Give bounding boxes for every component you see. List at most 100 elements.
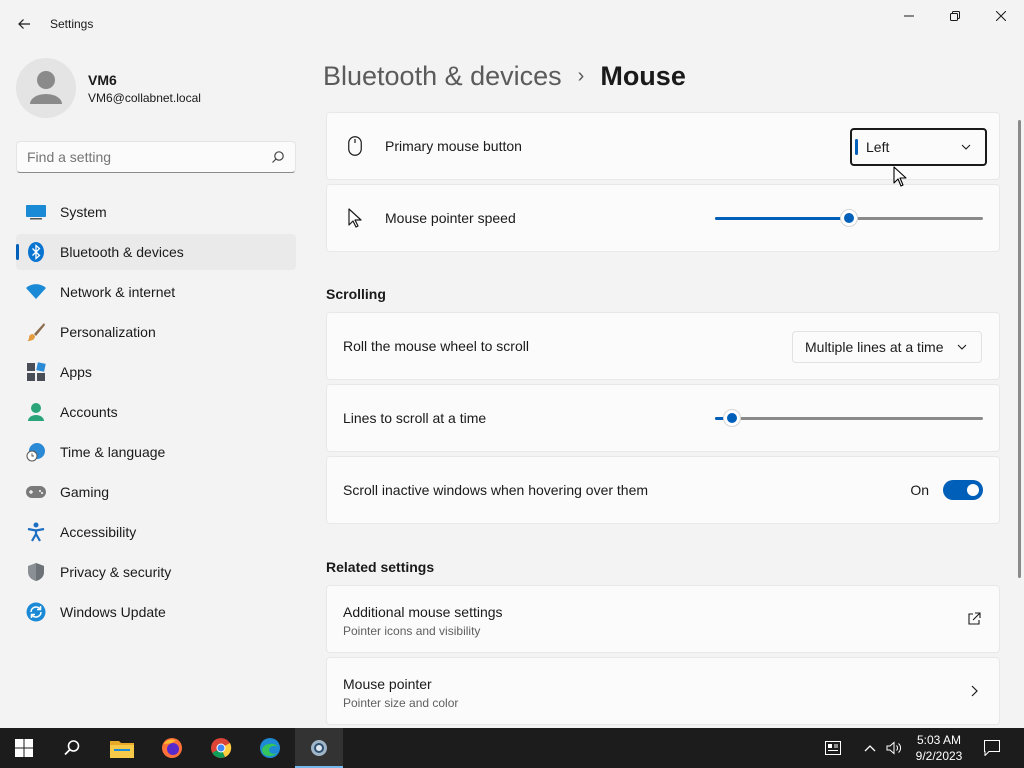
windows-logo-icon xyxy=(15,739,33,757)
sidebar-nav: System Bluetooth & devices Network & int… xyxy=(16,194,296,634)
sidebar-item-system[interactable]: System xyxy=(16,194,296,230)
breadcrumb-parent-link[interactable]: Bluetooth & devices xyxy=(323,61,562,92)
sidebar-item-apps[interactable]: Apps xyxy=(16,354,296,390)
sidebar-item-bluetooth[interactable]: Bluetooth & devices xyxy=(16,234,296,270)
sidebar-item-windows-update[interactable]: Windows Update xyxy=(16,594,296,630)
chevron-down-icon xyxy=(961,144,971,150)
scroll-inactive-toggle[interactable] xyxy=(943,480,983,500)
show-hidden-icons-button[interactable] xyxy=(860,728,880,768)
user-profile[interactable]: VM6 VM6@collabnet.local xyxy=(16,58,296,118)
sidebar-item-accounts[interactable]: Accounts xyxy=(16,394,296,430)
wheel-scroll-card: Roll the mouse wheel to scroll Multiple … xyxy=(326,312,1000,380)
slider-fill xyxy=(715,217,849,220)
scroll-inactive-card: Scroll inactive windows when hovering ov… xyxy=(326,456,1000,524)
sidebar-item-network[interactable]: Network & internet xyxy=(16,274,296,310)
primary-button-dropdown[interactable]: Left xyxy=(850,128,987,166)
search-icon xyxy=(272,151,284,163)
pointer-arrow-icon xyxy=(345,207,365,229)
profile-name: VM6 xyxy=(88,72,117,88)
sidebar-item-label: Accessibility xyxy=(60,524,137,540)
sidebar-item-label: Personalization xyxy=(60,324,156,340)
minimize-icon xyxy=(904,15,914,17)
open-external-icon xyxy=(968,612,981,625)
app-title: Settings xyxy=(50,17,94,31)
edge-icon xyxy=(260,738,280,758)
setting-label: Roll the mouse wheel to scroll xyxy=(343,338,529,354)
sidebar-item-label: Bluetooth & devices xyxy=(60,244,184,260)
sidebar-item-label: Windows Update xyxy=(60,604,166,620)
bluetooth-icon xyxy=(26,242,46,262)
sidebar-item-label: Accounts xyxy=(60,404,118,420)
firefox-button[interactable] xyxy=(148,728,196,768)
pointer-speed-card: Mouse pointer speed xyxy=(326,184,1000,252)
additional-mouse-settings-link[interactable]: Additional mouse settings Pointer icons … xyxy=(326,585,1000,653)
globe-clock-icon xyxy=(26,442,46,462)
file-explorer-button[interactable] xyxy=(98,728,146,768)
settings-app-button[interactable] xyxy=(295,728,343,768)
toggle-state-label: On xyxy=(910,482,929,498)
slider-track xyxy=(715,417,983,420)
sidebar-item-personalization[interactable]: Personalization xyxy=(16,314,296,350)
setting-label: Scroll inactive windows when hovering ov… xyxy=(343,482,649,498)
related-item-subtitle: Pointer icons and visibility xyxy=(343,624,481,638)
mouse-icon xyxy=(345,135,365,157)
slider-thumb[interactable] xyxy=(723,409,741,427)
related-settings-section-title: Related settings xyxy=(326,559,435,575)
system-icon xyxy=(26,202,46,222)
search-box[interactable] xyxy=(16,141,296,173)
minimize-button[interactable] xyxy=(886,0,932,32)
news-icon xyxy=(825,741,841,755)
accessibility-icon xyxy=(26,522,46,542)
slider-thumb[interactable] xyxy=(840,209,858,227)
dropdown-value: Left xyxy=(866,139,890,155)
pointer-speed-slider[interactable] xyxy=(715,208,983,228)
taskbar-clock[interactable]: 5:03 AM 9/2/2023 xyxy=(908,732,970,764)
avatar xyxy=(16,58,76,118)
taskbar: 5:03 AM 9/2/2023 xyxy=(0,728,1024,768)
chevron-right-icon xyxy=(971,685,978,697)
lines-to-scroll-slider[interactable] xyxy=(715,408,983,428)
page-title: Mouse xyxy=(600,60,686,91)
notifications-button[interactable] xyxy=(980,728,1004,768)
sidebar-item-privacy[interactable]: Privacy & security xyxy=(16,554,296,590)
setting-label: Mouse pointer speed xyxy=(385,210,516,226)
update-icon xyxy=(26,602,46,622)
dropdown-value: Multiple lines at a time xyxy=(805,339,944,355)
sidebar-item-accessibility[interactable]: Accessibility xyxy=(16,514,296,550)
sidebar-item-time-language[interactable]: Time & language xyxy=(16,434,296,470)
news-widget-button[interactable] xyxy=(822,728,844,768)
wheel-scroll-dropdown[interactable]: Multiple lines at a time xyxy=(792,331,982,363)
breadcrumb: Bluetooth & devices › Mouse xyxy=(323,58,686,94)
setting-label: Lines to scroll at a time xyxy=(343,410,487,426)
breadcrumb-chevron-icon: › xyxy=(577,64,585,87)
sidebar-item-label: Time & language xyxy=(60,444,166,460)
mouse-pointer-link[interactable]: Mouse pointer Pointer size and color xyxy=(326,657,1000,725)
clock-date: 9/2/2023 xyxy=(915,749,963,763)
close-button[interactable] xyxy=(978,0,1024,32)
close-icon xyxy=(996,11,1006,21)
chrome-icon xyxy=(211,738,232,758)
title-bar: Settings xyxy=(0,0,1024,48)
related-item-title: Mouse pointer xyxy=(343,676,432,692)
start-button[interactable] xyxy=(0,728,48,768)
sidebar-item-label: System xyxy=(60,204,107,220)
gear-icon xyxy=(311,740,327,756)
profile-email: VM6@collabnet.local xyxy=(88,91,201,105)
back-button[interactable] xyxy=(10,10,38,38)
volume-button[interactable] xyxy=(884,728,904,768)
apps-icon xyxy=(26,362,46,382)
search-input[interactable] xyxy=(27,149,257,165)
taskbar-search-button[interactable] xyxy=(48,728,96,768)
restore-button[interactable] xyxy=(932,0,978,32)
chrome-button[interactable] xyxy=(197,728,245,768)
chevron-down-icon xyxy=(957,344,967,350)
edge-button[interactable] xyxy=(246,728,294,768)
sidebar-item-gaming[interactable]: Gaming xyxy=(16,474,296,510)
scrollbar[interactable] xyxy=(1018,120,1021,578)
scrolling-section-title: Scrolling xyxy=(326,286,386,302)
mouse-cursor-icon xyxy=(893,166,907,187)
sidebar-item-label: Gaming xyxy=(60,484,110,500)
related-item-title: Additional mouse settings xyxy=(343,604,503,620)
sidebar-item-label: Apps xyxy=(60,364,92,380)
paintbrush-icon xyxy=(26,322,46,342)
